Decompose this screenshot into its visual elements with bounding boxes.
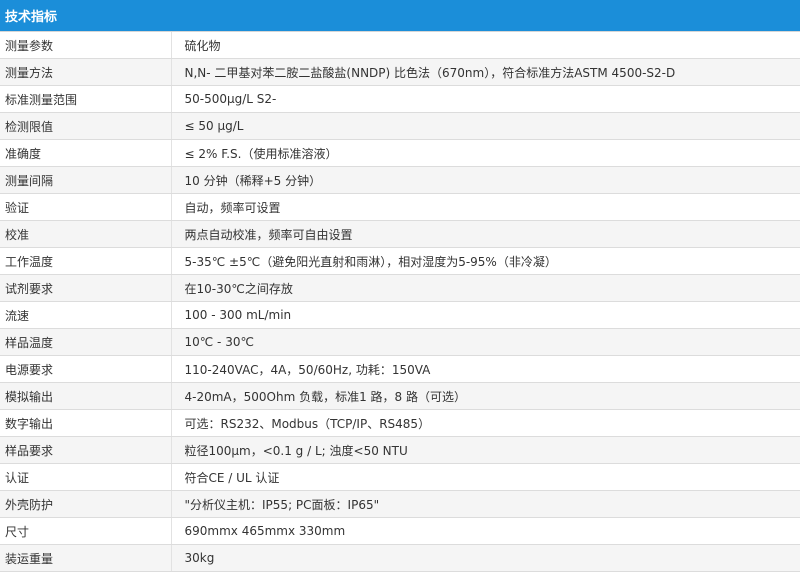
spec-value: 两点自动校准，频率可自由设置 (171, 220, 800, 248)
table-row: 流速 100 - 300 mL/min (0, 301, 800, 329)
spec-value: 100 - 300 mL/min (171, 301, 800, 329)
table-row: 模拟输出 4-20mA，500Ohm 负载，标准1 路，8 路（可选） (0, 382, 800, 410)
spec-table-body: 技术指标 (0, 0, 800, 32)
spec-label: 校准 (0, 220, 172, 248)
spec-value: 10 分钟（稀释+5 分钟） (171, 166, 800, 194)
spec-value: 自动，频率可设置 (171, 193, 800, 221)
spec-label: 认证 (0, 463, 172, 491)
spec-value: ≤ 2% F.S.（使用标准溶液） (171, 139, 800, 167)
spec-label: 电源要求 (0, 355, 172, 383)
table-row: 样品温度 10℃ - 30℃ (0, 328, 800, 356)
spec-label: 工作温度 (0, 247, 172, 275)
spec-label: 装运重量 (0, 544, 172, 572)
spec-label: 检测限值 (0, 112, 172, 140)
table-row: 验证 自动，频率可设置 (0, 193, 800, 221)
spec-label: 模拟输出 (0, 382, 172, 410)
spec-value: 4-20mA，500Ohm 负载，标准1 路，8 路（可选） (171, 382, 800, 410)
table-row: 外壳防护 "分析仪主机：IP55; PC面板：IP65" (0, 490, 800, 518)
spec-label: 流速 (0, 301, 172, 329)
table-row: 数字输出 可选：RS232、Modbus（TCP/IP、RS485） (0, 409, 800, 437)
spec-label: 测量间隔 (0, 166, 172, 194)
spec-label: 验证 (0, 193, 172, 221)
spec-label: 外壳防护 (0, 490, 172, 518)
spec-value: 690mmx 465mmx 330mm (171, 517, 800, 545)
spec-label: 标准测量范围 (0, 85, 172, 113)
table-row: 尺寸 690mmx 465mmx 330mm (0, 517, 800, 545)
spec-value: N,N- 二甲基对苯二胺二盐酸盐(NNDP) 比色法（670nm），符合标准方法… (171, 58, 800, 86)
spec-value: 粒径100μm，<0.1 g / L; 浊度<50 NTU (171, 436, 800, 464)
spec-label: 试剂要求 (0, 274, 172, 302)
table-row: 测量间隔 10 分钟（稀释+5 分钟） (0, 166, 800, 194)
spec-value: 30kg (171, 544, 800, 572)
table-row: 装运重量 30kg (0, 544, 800, 572)
spec-value: 50-500μg/L S2- (171, 85, 800, 113)
table-row: 测量参数 硫化物 (0, 31, 800, 59)
table-header-row: 技术指标 (0, 0, 800, 32)
spec-label: 测量方法 (0, 58, 172, 86)
spec-label: 样品要求 (0, 436, 172, 464)
spec-value: 5-35℃ ±5℃（避免阳光直射和雨淋），相对湿度为5-95%（非冷凝） (171, 247, 800, 275)
spec-label: 样品温度 (0, 328, 172, 356)
table-row: 认证 符合CE / UL 认证 (0, 463, 800, 491)
spec-value: 110-240VAC，4A，50/60Hz, 功耗：150VA (171, 355, 800, 383)
spec-value: 符合CE / UL 认证 (171, 463, 800, 491)
spec-label: 准确度 (0, 139, 172, 167)
spec-value: 硫化物 (171, 31, 800, 59)
table-row: 检测限值 ≤ 50 μg/L (0, 112, 800, 140)
spec-value: 在10-30℃之间存放 (171, 274, 800, 302)
table-row: 样品要求 粒径100μm，<0.1 g / L; 浊度<50 NTU (0, 436, 800, 464)
table-row: 试剂要求 在10-30℃之间存放 (0, 274, 800, 302)
spec-value: "分析仪主机：IP55; PC面板：IP65" (171, 490, 800, 518)
table-row: 标准测量范围 50-500μg/L S2- (0, 85, 800, 113)
spec-value: ≤ 50 μg/L (171, 112, 800, 140)
spec-value: 10℃ - 30℃ (171, 328, 800, 356)
spec-value: 可选：RS232、Modbus（TCP/IP、RS485） (171, 409, 800, 437)
table-row: 工作温度 5-35℃ ±5℃（避免阳光直射和雨淋），相对湿度为5-95%（非冷凝） (0, 247, 800, 275)
spec-rows: 测量参数 硫化物 测量方法 N,N- 二甲基对苯二胺二盐酸盐(NNDP) 比色法（67… (0, 31, 800, 572)
table-row: 测量方法 N,N- 二甲基对苯二胺二盐酸盐(NNDP) 比色法（670nm），符合… (0, 58, 800, 86)
spec-table: 技术指标 测量参数 硫化物 测量方法 N,N- 二甲基对苯二胺二盐酸盐(NNDP) 比… (0, 0, 800, 572)
table-row: 准确度 ≤ 2% F.S.（使用标准溶液） (0, 139, 800, 167)
spec-label: 尺寸 (0, 517, 172, 545)
table-row: 校准 两点自动校准，频率可自由设置 (0, 220, 800, 248)
table-row: 电源要求 110-240VAC，4A，50/60Hz, 功耗：150VA (0, 355, 800, 383)
table-header-title: 技术指标 (0, 0, 800, 32)
spec-label: 测量参数 (0, 31, 172, 59)
spec-label: 数字输出 (0, 409, 172, 437)
